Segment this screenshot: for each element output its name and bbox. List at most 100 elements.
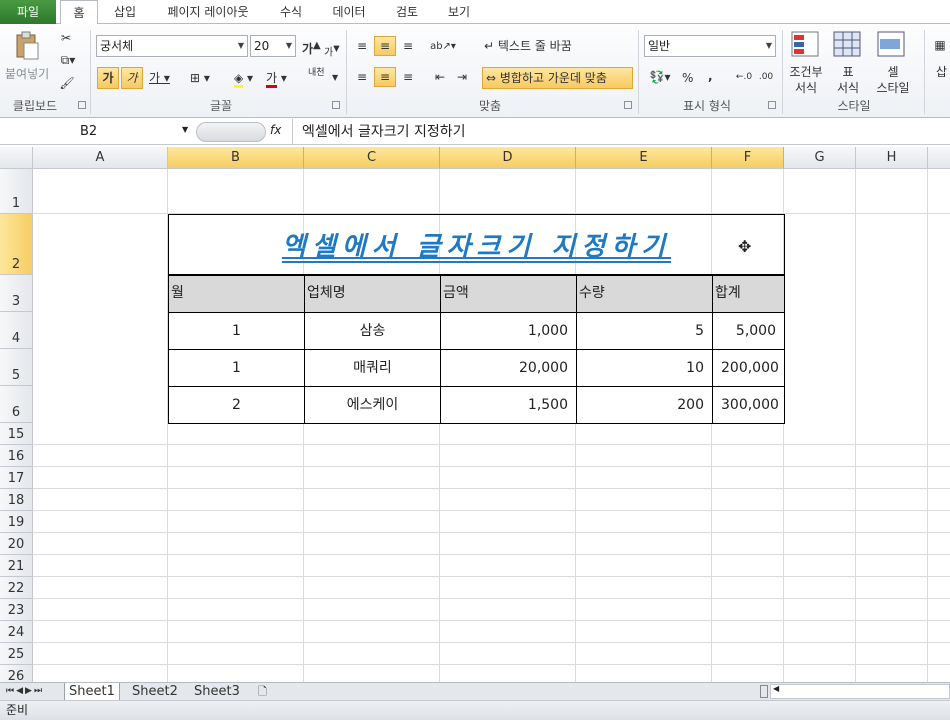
tab-file[interactable]: 파일: [0, 0, 56, 24]
align-middle-icon[interactable]: ≡: [374, 36, 396, 56]
formula-bar-splitter[interactable]: [196, 122, 266, 142]
column-header-b[interactable]: B: [168, 147, 304, 169]
worksheet-grid[interactable]: A B C D E F G H 1 2 3 4 5 6 15 16 17 18 …: [0, 147, 950, 682]
cell-styles-icon[interactable]: [876, 30, 908, 60]
align-bottom-icon[interactable]: ≡: [398, 36, 418, 56]
row-header-22[interactable]: 22: [0, 577, 33, 599]
table-cell[interactable]: 20,000: [440, 349, 577, 387]
row-header-24[interactable]: 24: [0, 621, 33, 643]
row-header-23[interactable]: 23: [0, 599, 33, 621]
borders-button[interactable]: ⊞ ▾: [190, 70, 210, 86]
row-header-5[interactable]: 5: [0, 349, 33, 386]
header-cell-quantity[interactable]: 수량: [576, 275, 713, 313]
row-header-25[interactable]: 25: [0, 643, 33, 665]
table-cell[interactable]: 200,000: [712, 349, 785, 387]
merge-center-button[interactable]: ⇔ 병합하고 가운데 맞춤: [482, 67, 633, 89]
tab-formulas[interactable]: 수식: [276, 0, 306, 24]
align-center-icon[interactable]: ≡: [374, 67, 396, 87]
number-format-select[interactable]: 일반 ▼: [644, 35, 776, 57]
align-left-icon[interactable]: ≡: [352, 67, 372, 87]
column-header-g[interactable]: G: [784, 147, 856, 169]
increase-decimal-icon[interactable]: ←.0: [734, 68, 754, 86]
italic-button[interactable]: 가: [121, 67, 143, 89]
phonetic-button[interactable]: 내천: [308, 68, 330, 78]
insert-function-icon[interactable]: fx: [270, 123, 281, 137]
table-cell[interactable]: 5: [576, 312, 713, 350]
row-header-20[interactable]: 20: [0, 533, 33, 555]
table-cell[interactable]: 1,000: [440, 312, 577, 350]
orientation-icon[interactable]: ab↗▾: [430, 36, 456, 56]
row-header-26[interactable]: 26: [0, 665, 33, 682]
column-header-a[interactable]: A: [33, 147, 168, 169]
name-box[interactable]: B2: [0, 121, 194, 143]
new-sheet-icon[interactable]: 🗋: [254, 683, 271, 701]
horizontal-scrollbar[interactable]: ◀: [770, 684, 950, 699]
header-cell-month[interactable]: 월: [168, 275, 305, 313]
format-painter-icon[interactable]: 🖌: [58, 74, 76, 92]
row-header-21[interactable]: 21: [0, 555, 33, 577]
clipboard-launcher-icon[interactable]: [78, 101, 86, 109]
conditional-format-icon[interactable]: [790, 30, 822, 60]
column-header-d[interactable]: D: [440, 147, 576, 169]
row-header-4[interactable]: 4: [0, 312, 33, 349]
row-header-1[interactable]: 1: [0, 169, 33, 214]
font-size-select[interactable]: 20 ▼: [250, 35, 296, 57]
phonetic-chevron-icon[interactable]: ▼: [332, 70, 338, 86]
table-cell[interactable]: 매쿼리: [304, 349, 441, 387]
column-header-h[interactable]: H: [856, 147, 928, 169]
column-header-e[interactable]: E: [576, 147, 712, 169]
table-cell[interactable]: 1: [168, 349, 305, 387]
font-name-select[interactable]: 궁서체 ▼: [96, 35, 248, 57]
align-right-icon[interactable]: ≡: [398, 67, 418, 87]
table-cell[interactable]: 5,000: [712, 312, 785, 350]
row-header-6[interactable]: 6: [0, 386, 33, 423]
sheet-tab-2[interactable]: Sheet2: [128, 683, 182, 701]
table-cell[interactable]: 삼송: [304, 312, 441, 350]
paste-button[interactable]: 붙여넣기: [5, 66, 49, 82]
sheet-tab-3[interactable]: Sheet3: [190, 683, 244, 701]
table-cell[interactable]: 200: [576, 386, 713, 424]
decrease-decimal-icon[interactable]: .00: [756, 68, 776, 86]
percent-button[interactable]: %: [682, 70, 693, 86]
shrink-font-button[interactable]: 가▼: [324, 40, 340, 61]
column-header-c[interactable]: C: [304, 147, 440, 169]
scroll-splitter[interactable]: [760, 685, 768, 698]
insert-cells-icon[interactable]: ▦: [930, 30, 950, 60]
table-cell[interactable]: 에스케이: [304, 386, 441, 424]
fill-color-button[interactable]: ◈ ▾: [234, 70, 253, 88]
scroll-left-icon[interactable]: ◀: [773, 684, 779, 693]
grow-font-button[interactable]: 가▲: [302, 38, 321, 57]
table-cell[interactable]: 10: [576, 349, 713, 387]
table-cell[interactable]: 1: [168, 312, 305, 350]
select-all-button[interactable]: [0, 147, 33, 169]
table-cell[interactable]: 1,500: [440, 386, 577, 424]
tab-page-layout[interactable]: 페이지 레이아웃: [160, 0, 256, 24]
column-header-f[interactable]: F: [712, 147, 784, 169]
copy-icon[interactable]: ⧉▾: [58, 52, 78, 68]
font-color-button[interactable]: 가 ▾: [266, 70, 287, 88]
comma-button[interactable]: ,: [708, 68, 713, 84]
tab-data[interactable]: 데이터: [328, 0, 370, 24]
row-header-17[interactable]: 17: [0, 467, 33, 489]
row-header-16[interactable]: 16: [0, 445, 33, 467]
row-header-19[interactable]: 19: [0, 511, 33, 533]
increase-indent-icon[interactable]: ⇥: [452, 67, 472, 87]
paste-icon[interactable]: [12, 30, 42, 62]
wrap-text-button[interactable]: ↵ 텍스트 줄 바꿈: [484, 38, 572, 54]
column-header-partial[interactable]: [928, 147, 950, 169]
row-header-18[interactable]: 18: [0, 489, 33, 511]
cell-styles-button[interactable]: 셀 스타일: [870, 64, 916, 96]
header-cell-total[interactable]: 합계: [712, 275, 785, 313]
table-cell[interactable]: 300,000: [712, 386, 785, 424]
title-cell-b2[interactable]: 엑셀에서 글자크기 지정하기: [168, 214, 785, 275]
bold-button[interactable]: 가: [97, 67, 119, 89]
row-header-3[interactable]: 3: [0, 275, 33, 312]
cut-icon[interactable]: ✂: [58, 30, 74, 46]
conditional-format-button[interactable]: 조건부 서식: [786, 64, 826, 96]
tab-review[interactable]: 검토: [392, 0, 422, 24]
tab-home[interactable]: 홈: [60, 0, 98, 25]
accounting-icon[interactable]: 💱▾: [646, 68, 674, 86]
number-launcher-icon[interactable]: [768, 101, 776, 109]
sheet-tab-1[interactable]: Sheet1: [64, 683, 120, 701]
name-box-chevron-icon[interactable]: ▼: [182, 125, 188, 134]
